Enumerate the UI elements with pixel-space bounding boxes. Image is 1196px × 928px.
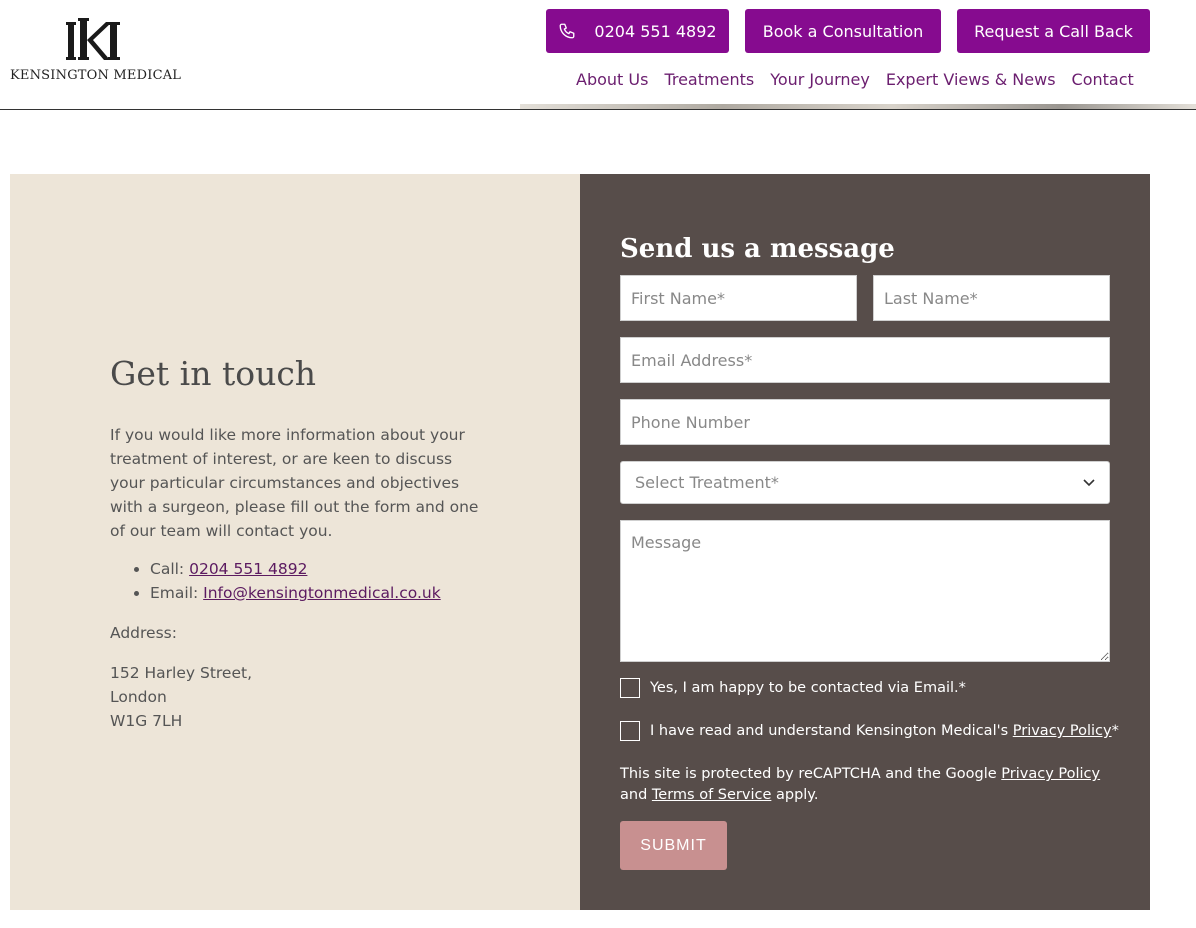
hero-image-edge <box>520 104 1196 109</box>
km-monogram-icon <box>66 18 120 60</box>
form-title: Send us a message <box>620 234 895 264</box>
consent-privacy-row: I have read and understand Kensington Me… <box>620 721 1119 741</box>
consent-email-row: Yes, I am happy to be contacted via Emai… <box>620 678 966 698</box>
consent-privacy-label: I have read and understand Kensington Me… <box>650 723 1119 739</box>
submit-button[interactable]: SUBMIT <box>620 821 727 870</box>
nav-item-contact[interactable]: Contact <box>1072 70 1134 89</box>
address-line: London <box>110 688 167 706</box>
treatment-select-value: Select Treatment* <box>635 473 779 492</box>
email-input[interactable] <box>620 337 1110 383</box>
main-nav: About Us Treatments Your Journey Expert … <box>576 70 1134 89</box>
message-textarea[interactable] <box>620 520 1110 662</box>
call-phone-button[interactable]: 0204 551 4892 <box>546 9 729 53</box>
consent-email-label: Yes, I am happy to be contacted via Emai… <box>650 680 966 696</box>
phone-link[interactable]: 0204 551 4892 <box>189 560 307 578</box>
logo[interactable]: KENSINGTON MEDICAL <box>10 18 182 86</box>
address-label: Address: <box>110 624 177 642</box>
nav-item-treatments[interactable]: Treatments <box>664 70 754 89</box>
nav-item-about-us[interactable]: About Us <box>576 70 648 89</box>
last-name-input[interactable] <box>873 275 1110 321</box>
treatment-select[interactable]: Select Treatment* <box>620 461 1110 504</box>
email-link[interactable]: Info@kensingtonmedical.co.uk <box>203 584 441 602</box>
site-header: KENSINGTON MEDICAL 0204 551 4892 Book a … <box>0 0 1196 110</box>
phone-label: 0204 551 4892 <box>594 21 717 41</box>
contact-email-item: Email: Info@kensingtonmedical.co.uk <box>150 581 490 605</box>
address-line: W1G 7LH <box>110 712 183 730</box>
nav-item-your-journey[interactable]: Your Journey <box>770 70 870 89</box>
nav-item-expert-views-news[interactable]: Expert Views & News <box>886 70 1056 89</box>
phone-icon <box>558 22 576 40</box>
address-line: 152 Harley Street, <box>110 664 253 682</box>
contact-info-panel: Get in touch If you would like more info… <box>10 174 580 910</box>
google-privacy-link[interactable]: Privacy Policy <box>1001 766 1100 782</box>
contact-description: If you would like more information about… <box>110 426 479 540</box>
book-consultation-button[interactable]: Book a Consultation <box>745 9 941 53</box>
consent-email-checkbox[interactable] <box>620 678 640 698</box>
chevron-down-icon <box>1083 478 1095 486</box>
phone-input[interactable] <box>620 399 1110 445</box>
google-terms-link[interactable]: Terms of Service <box>652 787 771 803</box>
address: 152 Harley Street, London W1G 7LH <box>110 661 490 733</box>
privacy-policy-link[interactable]: Privacy Policy <box>1013 723 1112 739</box>
logo-wordmark: KENSINGTON MEDICAL <box>10 68 182 83</box>
recaptcha-notice: This site is protected by reCAPTCHA and … <box>620 766 1101 803</box>
contact-methods-list: Call: 0204 551 4892 Email: Info@kensingt… <box>110 557 490 605</box>
consent-privacy-checkbox[interactable] <box>620 721 640 741</box>
contact-call-item: Call: 0204 551 4892 <box>150 557 490 581</box>
contact-form-panel: Send us a message Select Treatment* Yes,… <box>580 174 1150 910</box>
first-name-input[interactable] <box>620 275 857 321</box>
request-callback-button[interactable]: Request a Call Back <box>957 9 1150 53</box>
contact-title: Get in touch <box>110 354 317 393</box>
